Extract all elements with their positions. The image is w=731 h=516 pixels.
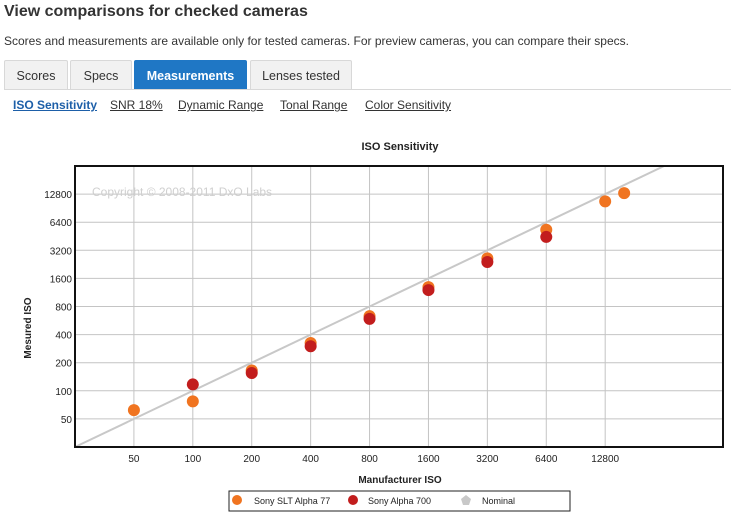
y-tick-label: 800	[55, 303, 72, 314]
x-tick-label: 100	[184, 454, 201, 465]
y-tick-label: 12800	[44, 190, 72, 201]
y-tick-label: 3200	[50, 246, 73, 257]
y-tick-label: 400	[55, 331, 72, 342]
legend-label-sony-alpha-700: Sony Alpha 700	[368, 496, 431, 506]
x-tick-label: 6400	[535, 454, 558, 465]
x-tick-label: 3200	[476, 454, 499, 465]
data-point-sony-slt-alpha-77	[127, 404, 140, 417]
legend: Sony SLT Alpha 77 Sony Alpha 700 Nominal	[228, 490, 571, 512]
data-point-sony-alpha-700	[245, 367, 258, 380]
x-tick-label: 800	[361, 454, 378, 465]
y-tick-label: 1600	[50, 274, 73, 285]
y-axis-label: Mesured ISO	[23, 297, 34, 358]
x-tick-label: 1600	[417, 454, 440, 465]
data-point-sony-alpha-700	[481, 255, 494, 268]
data-point-sony-slt-alpha-77	[618, 187, 631, 200]
x-tick-label: 12800	[591, 454, 619, 465]
chart-title: ISO Sensitivity	[361, 141, 439, 153]
x-axis-label: Manufacturer ISO	[358, 475, 442, 486]
data-point-sony-alpha-700	[304, 340, 317, 353]
legend-label-nominal: Nominal	[482, 496, 515, 506]
legend-marker-sony-slt-alpha-77	[232, 495, 242, 505]
chart-watermark: Copyright © 2008-2011 DxO Labs	[92, 185, 272, 199]
y-tick-label: 100	[55, 387, 72, 398]
data-point-sony-alpha-700	[363, 312, 376, 325]
x-tick-label: 200	[243, 454, 260, 465]
x-tick-label: 400	[302, 454, 319, 465]
data-point-sony-slt-alpha-77	[186, 395, 199, 408]
legend-label-sony-slt-alpha-77: Sony SLT Alpha 77	[254, 496, 330, 506]
x-tick-label: 50	[128, 454, 140, 465]
data-point-sony-alpha-700	[540, 230, 553, 243]
data-point-sony-alpha-700	[186, 378, 199, 391]
y-tick-label: 6400	[50, 218, 73, 229]
y-tick-label: 200	[55, 359, 72, 370]
y-tick-label: 50	[61, 415, 73, 426]
data-point-sony-slt-alpha-77	[599, 195, 612, 208]
iso-sensitivity-chart: ISO Sensitivity Copyright © 2008-2011 Dx…	[23, 141, 724, 512]
legend-marker-sony-alpha-700	[348, 495, 358, 505]
data-point-sony-alpha-700	[422, 284, 435, 297]
